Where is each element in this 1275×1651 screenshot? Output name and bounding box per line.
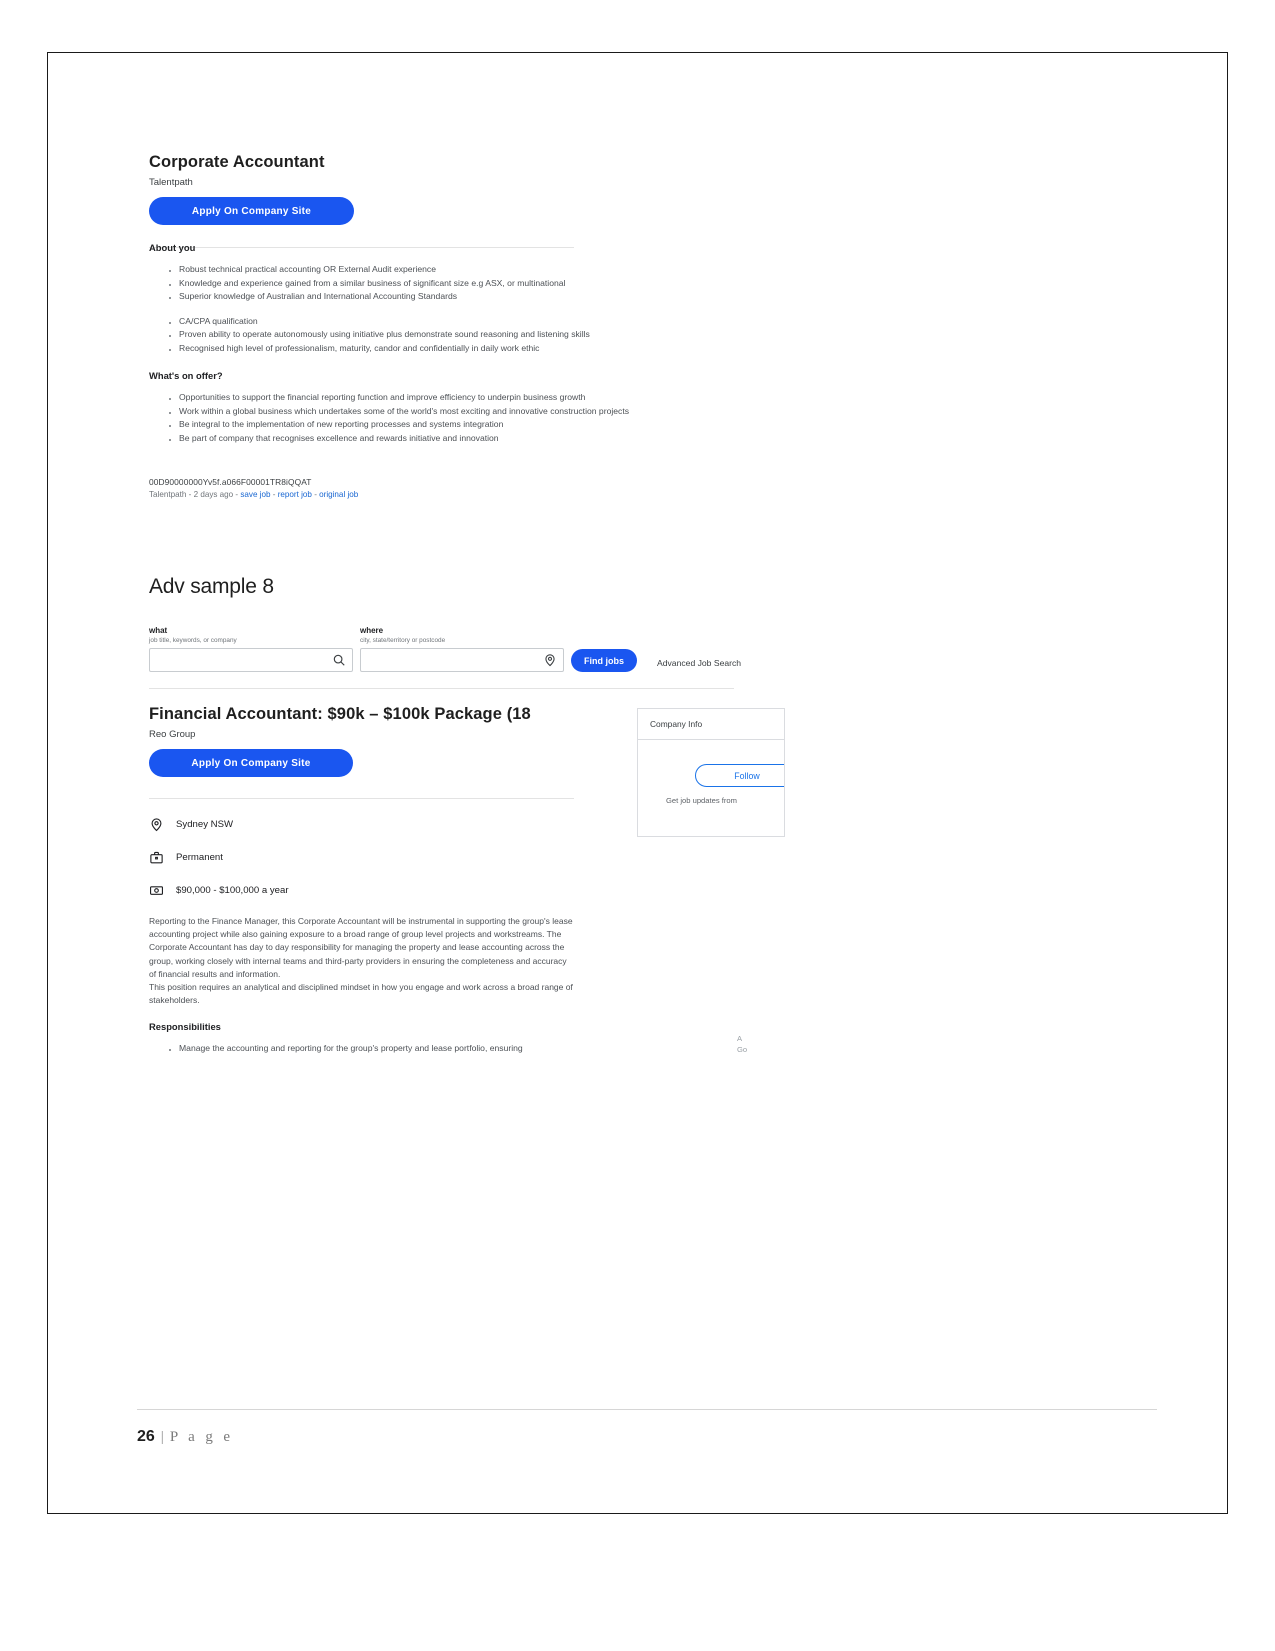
what-hint: job title, keywords, or company xyxy=(149,637,237,644)
what-field-wrapper xyxy=(149,648,353,672)
job2-description: Reporting to the Finance Manager, this C… xyxy=(149,915,574,1007)
clipped-text-fragment: A Go xyxy=(737,1033,747,1055)
original-job-link[interactable]: original job xyxy=(319,490,358,499)
job-search-bar: what job title, keywords, or company whe… xyxy=(149,626,789,672)
job1-meta-age: 2 days ago xyxy=(193,489,234,499)
location-pin-icon xyxy=(151,818,162,832)
job2-fact-salary: $90,000 - $100,000 a year xyxy=(149,883,749,898)
company-info-header: Company Info xyxy=(638,709,784,740)
list-item: Robust technical practical accounting OR… xyxy=(179,263,749,276)
meta-dash-3: - xyxy=(272,489,276,499)
job2-description-p2: This position requires an analytical and… xyxy=(149,982,573,1006)
job1-id: 00D90000000Yv5f.a066F00001TR8iQQAT xyxy=(149,476,312,487)
about-you-heading: About you xyxy=(149,242,196,253)
footer-divider xyxy=(137,1409,1157,1410)
search-bar-divider xyxy=(149,688,734,689)
page-sheet: Corporate Accountant Talentpath Apply On… xyxy=(47,52,1228,1514)
page-footer: 26 | P a g e xyxy=(137,1428,233,1446)
list-item: CA/CPA qualification xyxy=(179,315,749,328)
page-number: 26 xyxy=(137,1428,155,1445)
follow-button[interactable]: Follow xyxy=(695,764,784,787)
about-you-list-a: Robust technical practical accounting OR… xyxy=(149,263,749,303)
report-job-link[interactable]: report job xyxy=(278,490,312,499)
job2-description-p1: Reporting to the Finance Manager, this C… xyxy=(149,916,573,979)
job1-meta-company: Talentpath xyxy=(149,489,187,499)
list-item: Superior knowledge of Australian and Int… xyxy=(179,290,749,303)
what-label: what xyxy=(149,626,168,635)
job1-title: Corporate Accountant xyxy=(149,153,325,171)
where-label: where xyxy=(360,626,384,635)
find-jobs-button[interactable]: Find jobs xyxy=(571,649,637,672)
responsibilities-list: Manage the accounting and reporting for … xyxy=(149,1042,579,1055)
apply-on-company-site-button-2[interactable]: Apply On Company Site xyxy=(149,749,353,777)
list-item: Proven ability to operate autonomously u… xyxy=(179,328,749,341)
list-item: Work within a global business which unde… xyxy=(179,405,749,418)
list-item: Recognised high level of professionalism… xyxy=(179,342,749,355)
meta-dash-4: - xyxy=(314,489,317,499)
search-fields-row: Find jobs Advanced Job Search xyxy=(149,648,789,672)
job2-salary-text: $90,000 - $100,000 a year xyxy=(176,885,289,896)
company-info-subtext: Get job updates from xyxy=(666,796,737,805)
list-item: Manage the accounting and reporting for … xyxy=(179,1042,579,1055)
list-item: Opportunities to support the financial r… xyxy=(179,391,749,404)
where-hint: city, state/territory or postcode xyxy=(360,637,446,644)
page-label: P a g e xyxy=(169,1429,234,1445)
page-content: Corporate Accountant Talentpath Apply On… xyxy=(149,53,1169,1513)
job1-company: Talentpath xyxy=(149,177,193,188)
list-item: Be integral to the implementation of new… xyxy=(179,418,749,431)
list-item: Knowledge and experience gained from a s… xyxy=(179,277,749,290)
advanced-job-search-link[interactable]: Advanced Job Search xyxy=(657,658,741,672)
where-field-wrapper xyxy=(360,648,564,672)
job2-location-text: Sydney NSW xyxy=(176,819,234,830)
meta-dash-1: - xyxy=(188,489,192,499)
job1-meta: Talentpath - 2 days ago - save job - rep… xyxy=(149,490,749,499)
page-separator: | xyxy=(160,1429,164,1445)
search-input-where[interactable] xyxy=(360,648,564,672)
briefcase-icon xyxy=(150,851,163,864)
whats-on-offer-heading: What's on offer? xyxy=(149,370,223,382)
about-you-list-b: CA/CPA qualification Proven ability to o… xyxy=(149,315,749,355)
responsibilities-heading: Responsibilities xyxy=(149,1021,221,1033)
adv-sample-heading: Adv sample 8 xyxy=(149,575,274,598)
fragment-line-1: A xyxy=(737,1034,743,1043)
search-input-what[interactable] xyxy=(149,648,353,672)
job2-fact-type: Permanent xyxy=(149,850,749,865)
save-job-link[interactable]: save job xyxy=(240,490,270,499)
meta-dash-2: - xyxy=(235,489,239,499)
money-icon xyxy=(150,886,163,895)
job2-type-text: Permanent xyxy=(176,852,223,863)
list-item: Be part of company that recognises excel… xyxy=(179,432,749,445)
whats-on-offer-list: Opportunities to support the financial r… xyxy=(149,391,749,445)
job-posting-corporate-accountant: Corporate Accountant Talentpath Apply On… xyxy=(149,153,749,499)
fragment-line-2: Go xyxy=(737,1045,748,1054)
apply-on-company-site-button-1[interactable]: Apply On Company Site xyxy=(149,197,354,225)
company-info-card: Company Info Follow Get job updates from xyxy=(637,708,785,837)
job2-divider xyxy=(149,798,574,799)
